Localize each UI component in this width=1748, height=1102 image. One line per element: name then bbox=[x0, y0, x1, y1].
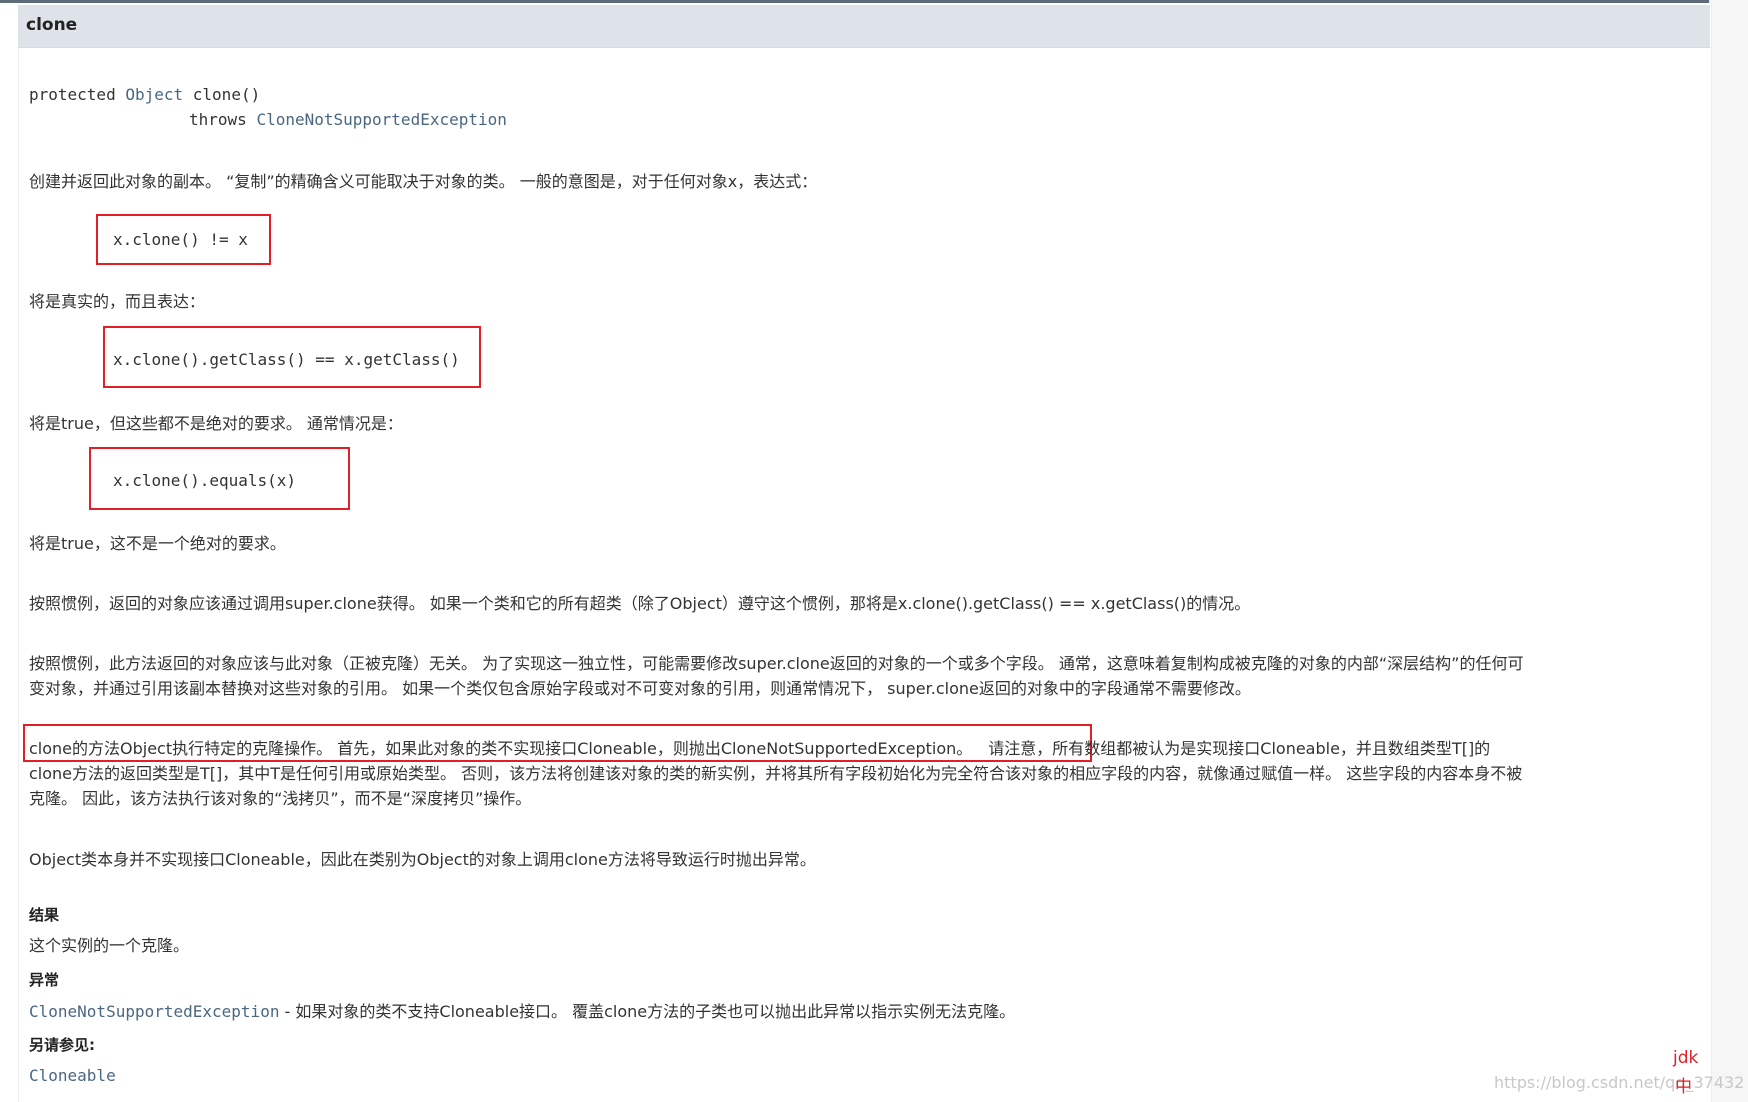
returns-label: 结果 bbox=[29, 906, 60, 924]
desc-p7-line3: 克隆。 因此，该方法执行该对象的“浅拷贝”，而不是“深度拷贝”操作。 bbox=[29, 789, 532, 808]
desc-p8: Object类本身并不实现接口Cloneable，因此在类别为Object的对象… bbox=[29, 850, 816, 869]
code-example-3: x.clone().equals(x) bbox=[113, 471, 297, 490]
desc-p7-rest: 请注意，所有数组都被认为是实现接口Cloneable，并且数组类型T[]的 bbox=[988, 739, 1491, 758]
method-signature: protected Object clone() bbox=[29, 85, 260, 104]
see-also-label: 另请参见: bbox=[29, 1036, 95, 1054]
desc-p2: 将是真实的，而且表达： bbox=[29, 292, 206, 311]
throws-entry: CloneNotSupportedException - 如果对象的类不支持Cl… bbox=[29, 998, 1015, 1022]
member-header: clone bbox=[18, 5, 1710, 48]
signature-modifier: protected bbox=[29, 85, 116, 104]
watermark-tag: jdk bbox=[1673, 1048, 1699, 1068]
exception-link[interactable]: CloneNotSupportedException bbox=[256, 110, 506, 129]
signature-throws: throws CloneNotSupportedException bbox=[189, 110, 507, 129]
throws-keyword: throws bbox=[189, 110, 247, 129]
watermark-tag-2: 中 bbox=[1675, 1077, 1692, 1097]
desc-p3: 将是true，但这些都不是绝对的要求。 通常情况是： bbox=[29, 414, 403, 433]
return-type-link[interactable]: Object bbox=[125, 85, 183, 104]
code-example-1: x.clone() != x bbox=[113, 230, 248, 249]
throws-label: 异常 bbox=[29, 971, 60, 989]
returns-text: 这个实例的一个克隆。 bbox=[29, 936, 190, 955]
desc-p7-line1: clone的方法Object执行特定的克隆操作。 首先，如果此对象的类不实现接口… bbox=[29, 735, 1490, 759]
watermark-url: https://blog.csdn.net/qq_37432 bbox=[1494, 1073, 1745, 1092]
desc-p6-line1: 按照惯例，此方法返回的对象应该与此对象（正被克隆）无关。 为了实现这一独立性，可… bbox=[29, 654, 1524, 673]
member-title: clone bbox=[26, 15, 78, 35]
scrollbar-gutter[interactable] bbox=[1709, 0, 1748, 1102]
code-example-2: x.clone().getClass() == x.getClass() bbox=[113, 350, 460, 369]
desc-p1: 创建并返回此对象的副本。 “复制”的精确含义可能取决于对象的类。 一般的意图是，… bbox=[29, 172, 818, 191]
desc-p4: 将是true，这不是一个绝对的要求。 bbox=[29, 534, 286, 553]
see-also-link[interactable]: Cloneable bbox=[29, 1066, 116, 1085]
desc-p7-highlight: clone的方法Object执行特定的克隆操作。 首先，如果此对象的类不实现接口… bbox=[29, 739, 973, 758]
desc-p7-line2: clone方法的返回类型是T[]，其中T是任何引用或原始类型。 否则，该方法将创… bbox=[29, 764, 1523, 783]
desc-p5: 按照惯例，返回的对象应该通过调用super.clone获得。 如果一个类和它的所… bbox=[29, 594, 1251, 613]
throws-text: - 如果对象的类不支持Cloneable接口。 覆盖clone方法的子类也可以抛… bbox=[279, 1002, 1016, 1021]
desc-p6-line2: 变对象，并通过引用该副本替换对这些对象的引用。 如果一个类仅包含原始字段或对不可… bbox=[29, 679, 1251, 698]
signature-method: clone() bbox=[192, 85, 261, 104]
throws-exception-link[interactable]: CloneNotSupportedException bbox=[29, 1002, 279, 1021]
